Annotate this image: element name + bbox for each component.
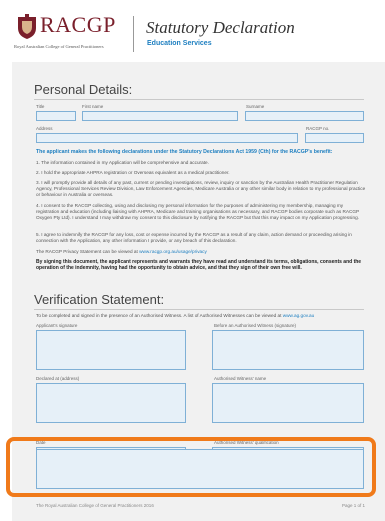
declared-at-label: Declared at (address) <box>36 376 80 381</box>
title-label: Title <box>36 104 45 109</box>
footer-page-number: Page 1 of 1 <box>342 503 366 508</box>
privacy-statement: The RACGP Privacy Statement can be viewe… <box>36 249 366 255</box>
declaration-item: 5. I agree to indemnify the RACGP for an… <box>36 232 352 244</box>
privacy-text: The RACGP Privacy Statement can be viewe… <box>36 249 140 254</box>
declaration-item: 2. I hold the appropriate AHPRA registra… <box>36 170 230 175</box>
declared-at-field[interactable] <box>36 383 186 423</box>
highlight-annotation <box>6 437 376 497</box>
applicant-signature-field[interactable] <box>36 330 186 370</box>
logo-subtitle: Royal Australian College of General Prac… <box>14 44 104 49</box>
applicant-signature-label: Applicant's signature <box>36 323 78 328</box>
divider <box>34 309 364 310</box>
document-header: RACGP Royal Australian College of Genera… <box>0 0 385 62</box>
witness-signature-label: Before an Authorised Witness (signature) <box>214 323 297 328</box>
first-name-field[interactable] <box>82 111 238 121</box>
first-name-label: First name <box>82 104 104 109</box>
declaration-intro: The applicant makes the following declar… <box>36 149 333 155</box>
footer-copyright: The Royal Australian College of General … <box>36 503 154 508</box>
personal-details-heading: Personal Details: <box>34 82 133 97</box>
signing-statement: By signing this document, the applicant … <box>36 259 362 272</box>
verification-intro-text: To be completed and signed in the presen… <box>36 313 283 318</box>
document-title: Statutory Declaration <box>146 18 295 37</box>
racgp-no-label: RACGP no. <box>306 126 330 131</box>
declaration-item: 4. I consent to the RACGP collecting, us… <box>36 203 360 221</box>
witness-signature-field[interactable] <box>212 330 364 370</box>
verification-heading: Verification Statement: <box>34 292 165 307</box>
racgp-no-field[interactable] <box>305 133 364 143</box>
witness-name-field[interactable] <box>212 383 364 423</box>
document-subtitle: Education Services <box>147 40 212 47</box>
witness-list-link[interactable]: www.ag.gov.au <box>283 313 314 318</box>
racgp-crest-icon <box>18 14 36 39</box>
surname-label: Surname <box>246 104 265 109</box>
surname-field[interactable] <box>245 111 364 121</box>
logo-wordmark: RACGP <box>40 12 116 37</box>
divider <box>34 99 364 100</box>
verification-intro: To be completed and signed in the presen… <box>36 313 371 319</box>
declaration-item: 1. The information contained in my Appli… <box>36 160 209 165</box>
privacy-link[interactable]: www.racgp.org.au/usage/privacy <box>139 249 207 254</box>
address-field[interactable] <box>36 133 298 143</box>
witness-name-label: Authorised Witness' name <box>214 376 267 381</box>
title-field[interactable] <box>36 111 76 121</box>
address-label: Address <box>36 126 53 131</box>
declaration-item: 3. I will promptly provide all details o… <box>36 180 366 198</box>
header-divider <box>133 16 134 52</box>
